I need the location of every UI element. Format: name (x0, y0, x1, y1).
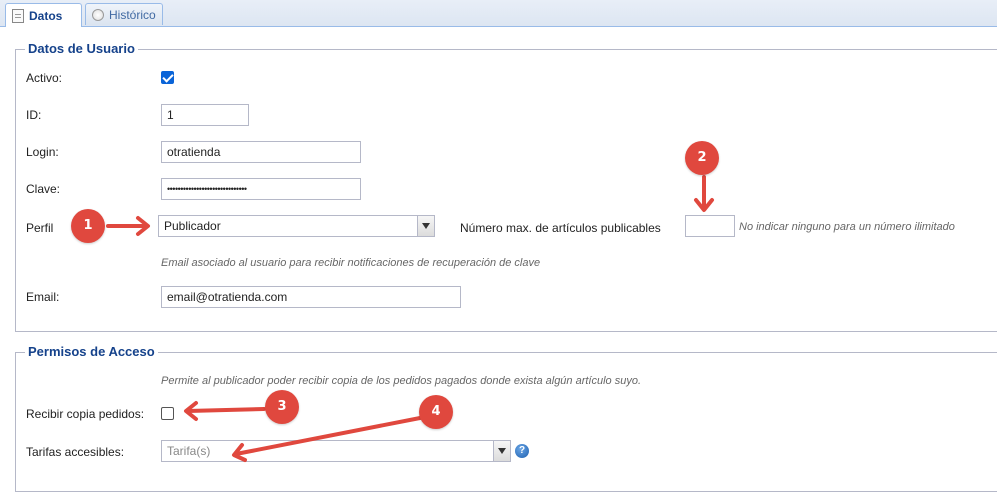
copia-hint: Permite al publicador poder recibir copi… (161, 375, 642, 387)
help-icon[interactable]: ? (515, 444, 529, 458)
user-data-legend: Datos de Usuario (25, 41, 138, 56)
id-label: ID: (26, 108, 42, 122)
tab-datos[interactable]: Datos (5, 3, 82, 27)
perfil-select-value: Publicador (164, 219, 221, 233)
max-articles-hint: No indicar ninguno para un número ilimit… (739, 221, 955, 233)
access-fieldset: Permisos de Acceso (15, 344, 997, 492)
annotation-marker-4: 4 (419, 395, 453, 429)
perfil-select[interactable]: Publicador (158, 215, 435, 237)
perfil-label: Perfil (26, 221, 54, 235)
email-label: Email: (26, 290, 60, 304)
login-label: Login: (26, 145, 59, 159)
tab-datos-label: Datos (29, 8, 63, 23)
email-hint: Email asociado al usuario para recibir n… (161, 257, 541, 269)
annotation-marker-1: 1 (71, 209, 105, 243)
copia-label: Recibir copia pedidos: (26, 407, 145, 421)
tab-historico-label: Histórico (109, 7, 156, 22)
tarifas-select[interactable]: Tarifa(s) (161, 440, 511, 462)
id-field[interactable]: 1 (161, 104, 249, 126)
access-legend: Permisos de Acceso (25, 344, 158, 359)
clave-label: Clave: (26, 182, 61, 196)
tab-historico[interactable]: Histórico (85, 3, 163, 25)
chevron-down-icon[interactable] (493, 441, 510, 461)
copia-checkbox[interactable] (161, 407, 174, 420)
clock-icon (92, 8, 104, 21)
max-articles-label: Número max. de artículos publicables (460, 221, 661, 235)
tarifas-placeholder: Tarifa(s) (167, 444, 211, 458)
tab-bar: Datos Histórico (0, 0, 997, 27)
email-field[interactable]: email@otratienda.com (161, 286, 461, 308)
document-icon (12, 8, 24, 23)
login-field[interactable]: otratienda (161, 141, 361, 163)
activo-checkbox[interactable] (161, 71, 174, 84)
tarifas-label: Tarifas accesibles: (26, 445, 125, 459)
chevron-down-icon[interactable] (417, 216, 434, 236)
activo-label: Activo: (26, 71, 63, 85)
annotation-marker-2: 2 (685, 141, 719, 175)
password-field[interactable]: •••••••••••••••••••••••••••••• (161, 178, 361, 200)
annotation-marker-3: 3 (265, 390, 299, 424)
max-articles-field[interactable] (685, 215, 735, 237)
